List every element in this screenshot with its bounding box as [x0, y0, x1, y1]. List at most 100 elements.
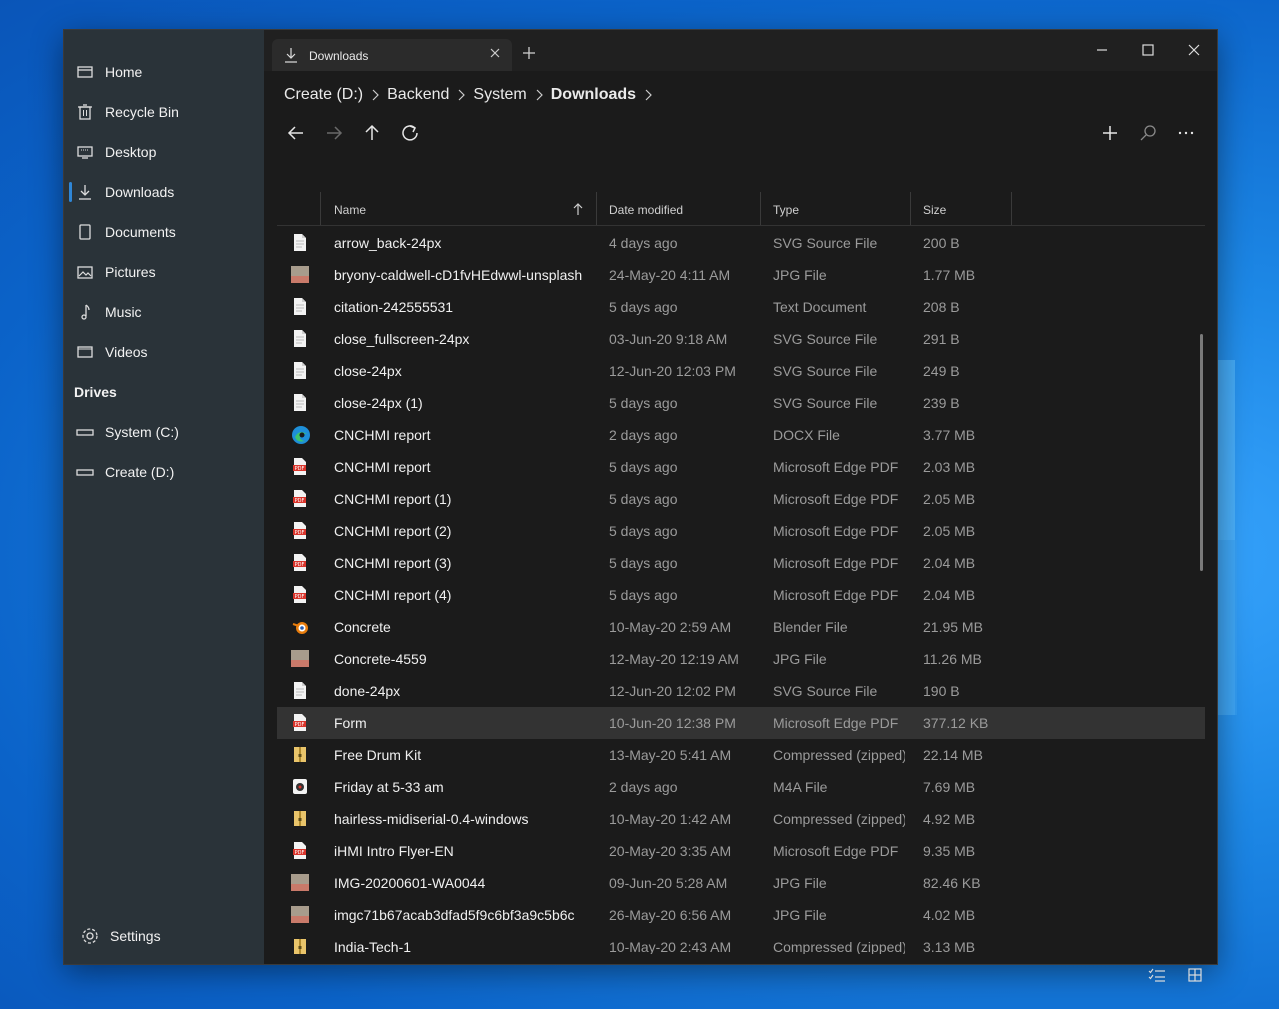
- file-name: citation-242555531: [334, 299, 454, 315]
- file-size: 249 B: [923, 363, 960, 379]
- forward-arrow-icon[interactable]: [322, 121, 346, 145]
- vertical-scrollbar[interactable]: [1200, 334, 1203, 571]
- file-name: close_fullscreen-24px: [334, 331, 470, 347]
- file-row[interactable]: arrow_back-24px 4 days ago SVG Source File…: [277, 227, 1205, 259]
- file-row[interactable]: PDF CNCHMI report (3) 5 days ago Microsoft …: [277, 547, 1205, 579]
- file-row[interactable]: PDF CNCHMI report (2) 5 days ago Microsoft …: [277, 515, 1205, 547]
- minimize-icon[interactable]: [1092, 40, 1112, 60]
- file-row[interactable]: Friday at 5-33 am 2 days ago M4A File 7.69 …: [277, 771, 1205, 803]
- pdf-icon: PDF: [291, 489, 309, 508]
- file-date-modified: 2 days ago: [609, 779, 678, 795]
- grid-view-icon[interactable]: [1186, 966, 1204, 984]
- up-arrow-icon[interactable]: [360, 121, 384, 145]
- file-name: Free Drum Kit: [334, 747, 422, 763]
- file-type: SVG Source File: [773, 235, 878, 251]
- file-row[interactable]: Concrete-4559 12-May-20 12:19 AM JPG File 1…: [277, 643, 1205, 675]
- sidebar-item-label: Recycle Bin: [105, 104, 179, 120]
- file-type: SVG Source File: [773, 683, 878, 699]
- file-type: SVG Source File: [773, 395, 878, 411]
- file-name: hairless-midiserial-0.4-windows: [334, 811, 529, 827]
- file-type: Microsoft Edge PDF: [773, 715, 899, 731]
- file-row[interactable]: PDF Form 10-Jun-20 12:38 PM Microsoft Edge …: [277, 707, 1205, 739]
- file-date-modified: 26-May-20 6:56 AM: [609, 907, 732, 923]
- column-header-date[interactable]: Date modified: [597, 192, 759, 225]
- file-name: Form: [334, 715, 367, 731]
- file-row[interactable]: PDF CNCHMI report (4) 5 days ago Microsoft …: [277, 579, 1205, 611]
- file-size: 377.12 KB: [923, 715, 989, 731]
- file-row[interactable]: close-24px 12-Jun-20 12:03 PM SVG Source F…: [277, 355, 1205, 387]
- file-row[interactable]: citation-242555531 5 days ago Text Documen…: [277, 291, 1205, 323]
- tab-downloads[interactable]: Downloads: [272, 39, 512, 71]
- sidebar-item-music[interactable]: Music: [64, 292, 264, 332]
- breadcrumb-item[interactable]: System: [473, 86, 526, 104]
- file-row[interactable]: IMG-20200601-WA0044 09-Jun-20 5:28 AM JPG …: [277, 867, 1205, 899]
- file-name: Friday at 5-33 am: [334, 779, 444, 795]
- file-row[interactable]: Concrete 10-May-20 2:59 AM Blender File 21.…: [277, 611, 1205, 643]
- chevron-right-icon[interactable]: [644, 89, 652, 101]
- more-options-icon[interactable]: [1174, 121, 1198, 145]
- file-name: India-Tech-1: [334, 939, 412, 954]
- file-icon: [291, 297, 309, 316]
- file-row[interactable]: hairless-midiserial-0.4-windows 10-May-20…: [277, 803, 1205, 835]
- column-header-size[interactable]: Size: [911, 192, 1010, 225]
- main-pane: Create (D:) Backend System Downloads Nam…: [264, 71, 1217, 982]
- file-row[interactable]: CNCHMI report 2 days ago DOCX File 3.77 MB: [277, 419, 1205, 451]
- file-row[interactable]: imgc71b67acab3dfad5f9c6bf3a9c5b6c 26-May-…: [277, 899, 1205, 931]
- file-type: Text Document: [773, 299, 867, 315]
- audio-icon: [291, 777, 309, 796]
- image-thumb-icon: [291, 649, 309, 668]
- file-row[interactable]: done-24px 12-Jun-20 12:02 PM SVG Source Fi…: [277, 675, 1205, 707]
- sidebar-item-drive-c[interactable]: System (C:): [64, 412, 264, 452]
- breadcrumb-current[interactable]: Downloads: [551, 86, 636, 104]
- file-date-modified: 13-May-20 5:41 AM: [609, 747, 732, 763]
- details-view-icon[interactable]: [1148, 966, 1166, 984]
- pdf-icon: PDF: [291, 457, 309, 476]
- sidebar-item-documents[interactable]: Documents: [64, 212, 264, 252]
- sidebar-item-drive-d[interactable]: Create (D:): [64, 452, 264, 492]
- maximize-icon[interactable]: [1138, 40, 1158, 60]
- file-row[interactable]: Free Drum Kit 13-May-20 5:41 AM Compressed…: [277, 739, 1205, 771]
- sidebar-item-desktop[interactable]: Desktop: [64, 132, 264, 172]
- file-type: JPG File: [773, 907, 827, 923]
- blender-icon: [291, 617, 309, 636]
- close-window-icon[interactable]: [1184, 40, 1204, 60]
- file-row[interactable]: close_fullscreen-24px 03-Jun-20 9:18 AM SV…: [277, 323, 1205, 355]
- sidebar-item-home[interactable]: Home: [64, 52, 264, 92]
- add-icon[interactable]: [1098, 121, 1122, 145]
- sidebar-item-label: Desktop: [105, 144, 157, 160]
- file-size: 2.05 MB: [923, 523, 976, 539]
- search-icon[interactable]: [1136, 121, 1160, 145]
- column-header-type[interactable]: Type: [761, 192, 909, 225]
- file-row[interactable]: bryony-caldwell-cD1fvHEdwwl-unsplash 24-M…: [277, 259, 1205, 291]
- document-icon: [79, 224, 91, 240]
- breadcrumb-item[interactable]: Backend: [387, 86, 449, 104]
- file-name: CNCHMI report (3): [334, 555, 452, 571]
- file-row[interactable]: India-Tech-1 10-May-20 2:43 AM Compressed …: [277, 931, 1205, 954]
- sidebar-item-recycle-bin[interactable]: Recycle Bin: [64, 92, 264, 132]
- back-arrow-icon[interactable]: [284, 121, 308, 145]
- new-tab-icon[interactable]: [522, 46, 536, 60]
- refresh-icon[interactable]: [398, 121, 422, 145]
- file-size: 200 B: [923, 235, 960, 251]
- file-size: 2.04 MB: [923, 555, 976, 571]
- tab-title: Downloads: [309, 49, 369, 63]
- column-header-name[interactable]: Name: [322, 192, 595, 225]
- close-tab-icon[interactable]: [488, 46, 502, 60]
- pdf-icon: PDF: [291, 553, 309, 572]
- pdf-icon: PDF: [291, 841, 309, 860]
- file-row[interactable]: close-24px (1) 5 days ago SVG Source File 2…: [277, 387, 1205, 419]
- file-size: 3.77 MB: [923, 427, 976, 443]
- file-name: arrow_back-24px: [334, 235, 442, 251]
- file-icon: [291, 329, 309, 348]
- file-row[interactable]: PDF CNCHMI report (1) 5 days ago Microsoft …: [277, 483, 1205, 515]
- settings-button[interactable]: Settings: [80, 926, 161, 946]
- sidebar-item-downloads[interactable]: Downloads: [64, 172, 264, 212]
- svg-text:PDF: PDF: [295, 594, 305, 600]
- file-row[interactable]: PDF CNCHMI report 5 days ago Microsoft Edge…: [277, 451, 1205, 483]
- sidebar-item-videos[interactable]: Videos: [64, 332, 264, 372]
- breadcrumb-item[interactable]: Create (D:): [284, 86, 363, 104]
- file-date-modified: 5 days ago: [609, 491, 678, 507]
- sidebar-item-pictures[interactable]: Pictures: [64, 252, 264, 292]
- file-row[interactable]: PDF iHMI Intro Flyer-EN 20-May-20 3:35 AM M…: [277, 835, 1205, 867]
- file-date-modified: 2 days ago: [609, 427, 678, 443]
